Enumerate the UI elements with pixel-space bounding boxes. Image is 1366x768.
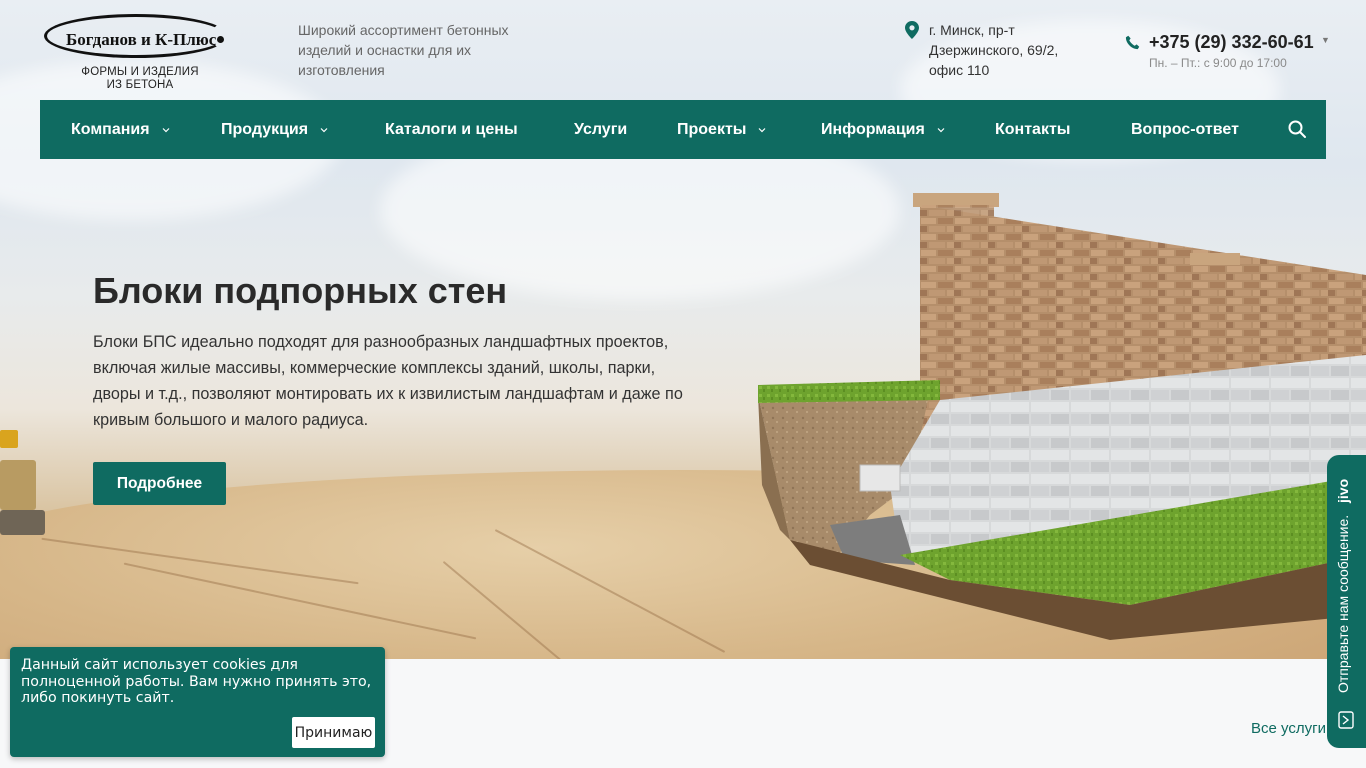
nav-item-company[interactable]: Компания [71, 100, 170, 159]
logo-subtitle-line2: ИЗ БЕТОНА [106, 79, 174, 91]
search-icon[interactable] [1287, 119, 1307, 139]
nav-item-label: Компания [71, 120, 150, 138]
logo-subtitle-line1: ФОРМЫ И ИЗДЕЛИЯ [81, 66, 199, 78]
nav-item-catalogs[interactable]: Каталоги и цены [385, 100, 518, 159]
logo-name: Богданов и К-Плюс [66, 30, 217, 49]
phone-hours: Пн. – Пт.: с 9:00 до 17:00 [1149, 56, 1287, 70]
address-text: г. Минск, пр-т Дзержинского, 69/2, офис … [929, 20, 1089, 80]
site-tagline: Широкий ассортимент бетонных изделий и о… [298, 22, 509, 78]
hero-description: Блоки БПС идеально подходят для разнообр… [93, 333, 683, 429]
hero-title: Блоки подпорных стен [93, 270, 508, 311]
message-icon [1338, 711, 1354, 729]
nav-item-info[interactable]: Информация [821, 100, 945, 159]
logo-subtitle: ФОРМЫ И ИЗДЕЛИЯ ИЗ БЕТОНА [42, 66, 238, 92]
chevron-down-icon[interactable]: ▼ [1321, 35, 1330, 45]
chat-widget-tab[interactable]: Отправьте нам сообщение. jivo [1327, 455, 1366, 748]
cookie-accept-button[interactable]: Принимаю [292, 717, 375, 748]
nav-item-label: Вопрос-ответ [1131, 120, 1239, 138]
phone-number[interactable]: +375 (29) 332-60-61 [1149, 32, 1314, 53]
nav-item-projects[interactable]: Проекты [677, 100, 766, 159]
nav-item-contacts[interactable]: Контакты [995, 100, 1070, 159]
phone-icon [1125, 35, 1140, 50]
nav-item-label: Продукция [221, 120, 309, 138]
cookie-text: Данный сайт использует cookies для полно… [21, 657, 372, 706]
nav-item-label: Контакты [995, 120, 1071, 138]
nav-item-services[interactable]: Услуги [574, 100, 627, 159]
construction-machine-image [0, 425, 45, 545]
nav-item-label: Услуги [574, 120, 628, 138]
nav-item-label: Каталоги и цены [385, 120, 518, 138]
map-pin-icon [905, 21, 919, 39]
chat-widget-label: Отправьте нам сообщение. jivo [1335, 479, 1359, 709]
address-line1: г. Минск, пр-т [929, 22, 1015, 38]
retaining-wall-illustration [750, 185, 1366, 655]
nav-item-label: Проекты [677, 120, 747, 138]
nav-item-faq[interactable]: Вопрос-ответ [1131, 100, 1239, 159]
address-line3: офис 110 [929, 62, 990, 78]
chevron-down-icon [320, 127, 328, 132]
more-button[interactable]: Подробнее [93, 462, 226, 505]
chevron-down-icon [759, 127, 766, 132]
nav-item-label: Информация [821, 120, 925, 138]
logo[interactable]: Богданов и К-Плюс ФОРМЫ И ИЗДЕЛИЯ ИЗ БЕТ… [42, 12, 232, 94]
nav-item-products[interactable]: Продукция [221, 100, 328, 159]
chevron-down-icon [162, 127, 169, 132]
chevron-down-icon [937, 127, 945, 132]
logo-dot [217, 36, 224, 43]
cookie-banner: Данный сайт использует cookies для полно… [10, 647, 385, 757]
chat-widget-text: Отправьте нам сообщение. [1335, 515, 1351, 694]
all-services-link[interactable]: Все услуги [1251, 720, 1326, 737]
main-nav: Компания Продукция Каталоги и цены Услуг… [40, 100, 1326, 159]
jivo-logo: jivo [1335, 479, 1351, 504]
address-line2: Дзержинского, 69/2, [929, 42, 1059, 58]
